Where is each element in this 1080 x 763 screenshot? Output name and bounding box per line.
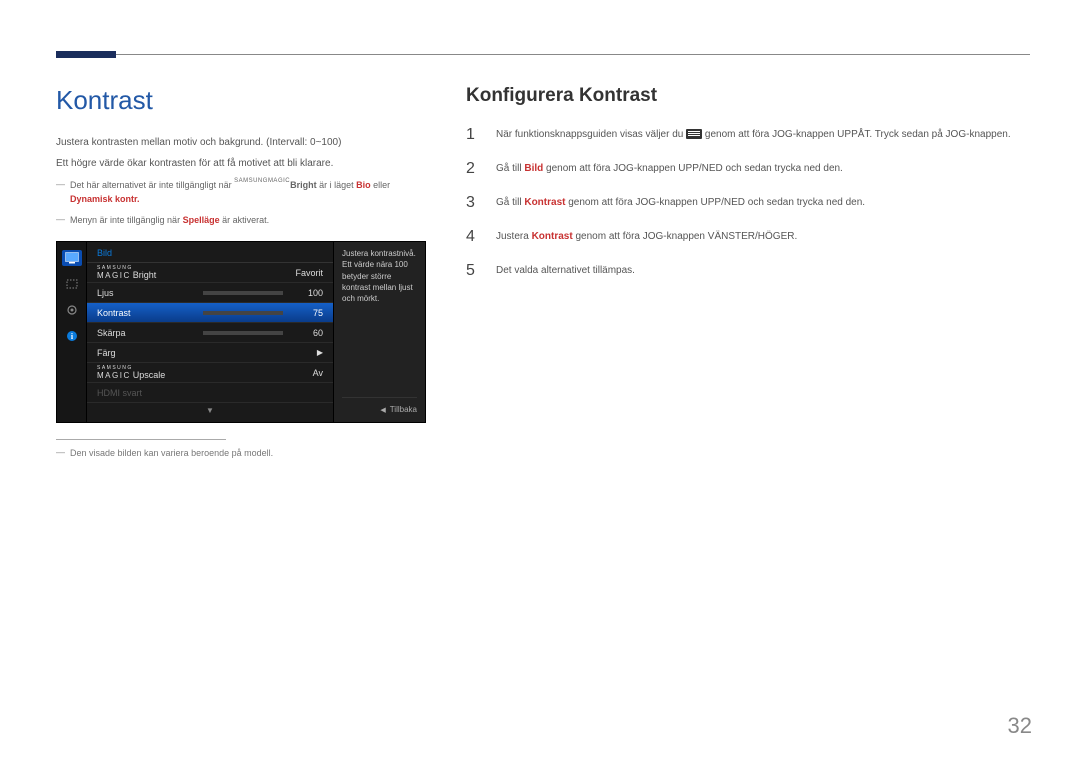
- steps-list: 1 När funktionsknappsguiden visas väljer…: [466, 127, 1030, 279]
- section-title: Kontrast: [56, 85, 426, 116]
- osd-down-arrow: ▼: [87, 403, 333, 418]
- osd-row-hdmi-svart: HDMI svart: [87, 383, 333, 403]
- osd-menu-list: Bild SAMSUNGMAGICBright Favorit Ljus 100: [87, 242, 333, 422]
- intro-text-2: Ett högre värde ökar kontrasten för att …: [56, 155, 426, 172]
- step-4: 4 Justera Kontrast genom att föra JOG-kn…: [466, 229, 1030, 245]
- step-2: 2 Gå till Bild genom att föra JOG-knappe…: [466, 161, 1030, 177]
- step-3: 3 Gå till Kontrast genom att föra JOG-kn…: [466, 195, 1030, 211]
- subsection-title: Konfigurera Kontrast: [466, 85, 1030, 107]
- footnote-rule: [56, 439, 226, 440]
- info-icon: i: [62, 328, 82, 344]
- gear-icon: [62, 302, 82, 318]
- osd-row-kontrast: Kontrast 75: [87, 303, 333, 323]
- intro-text-1: Justera kontrasten mellan motiv och bakg…: [56, 134, 426, 151]
- osd-row-magic-bright: SAMSUNGMAGICBright Favorit: [87, 263, 333, 283]
- picture-icon: [62, 250, 82, 266]
- osd-row-magic-upscale: SAMSUNGMAGICUpscale Av: [87, 363, 333, 383]
- osd-sidebar: i: [57, 242, 87, 422]
- page-number: 32: [1008, 713, 1032, 739]
- settings-icon: [62, 276, 82, 292]
- osd-row-farg: Färg ▶: [87, 343, 333, 363]
- step-5: 5 Det valda alternativet tillämpas.: [466, 263, 1030, 279]
- header-rule: [56, 54, 1030, 55]
- osd-back-hint: ◀Tillbaka: [342, 397, 417, 416]
- note-2: Menyn är inte tillgänglig när Spelläge ä…: [56, 213, 426, 227]
- note-1: Det här alternativet är inte tillgänglig…: [56, 178, 426, 207]
- step-1: 1 När funktionsknappsguiden visas väljer…: [466, 127, 1030, 143]
- osd-screenshot: i Bild SAMSUNGMAGICBright Favorit: [56, 241, 426, 423]
- osd-row-ljus: Ljus 100: [87, 283, 333, 303]
- osd-description-panel: Justera kontrastnivå. Ett värde nära 100…: [333, 242, 425, 422]
- footnote: Den visade bilden kan variera beroende p…: [56, 446, 426, 460]
- osd-header: Bild: [87, 242, 333, 263]
- osd-row-skarpa: Skärpa 60: [87, 323, 333, 343]
- menu-icon: [686, 129, 702, 139]
